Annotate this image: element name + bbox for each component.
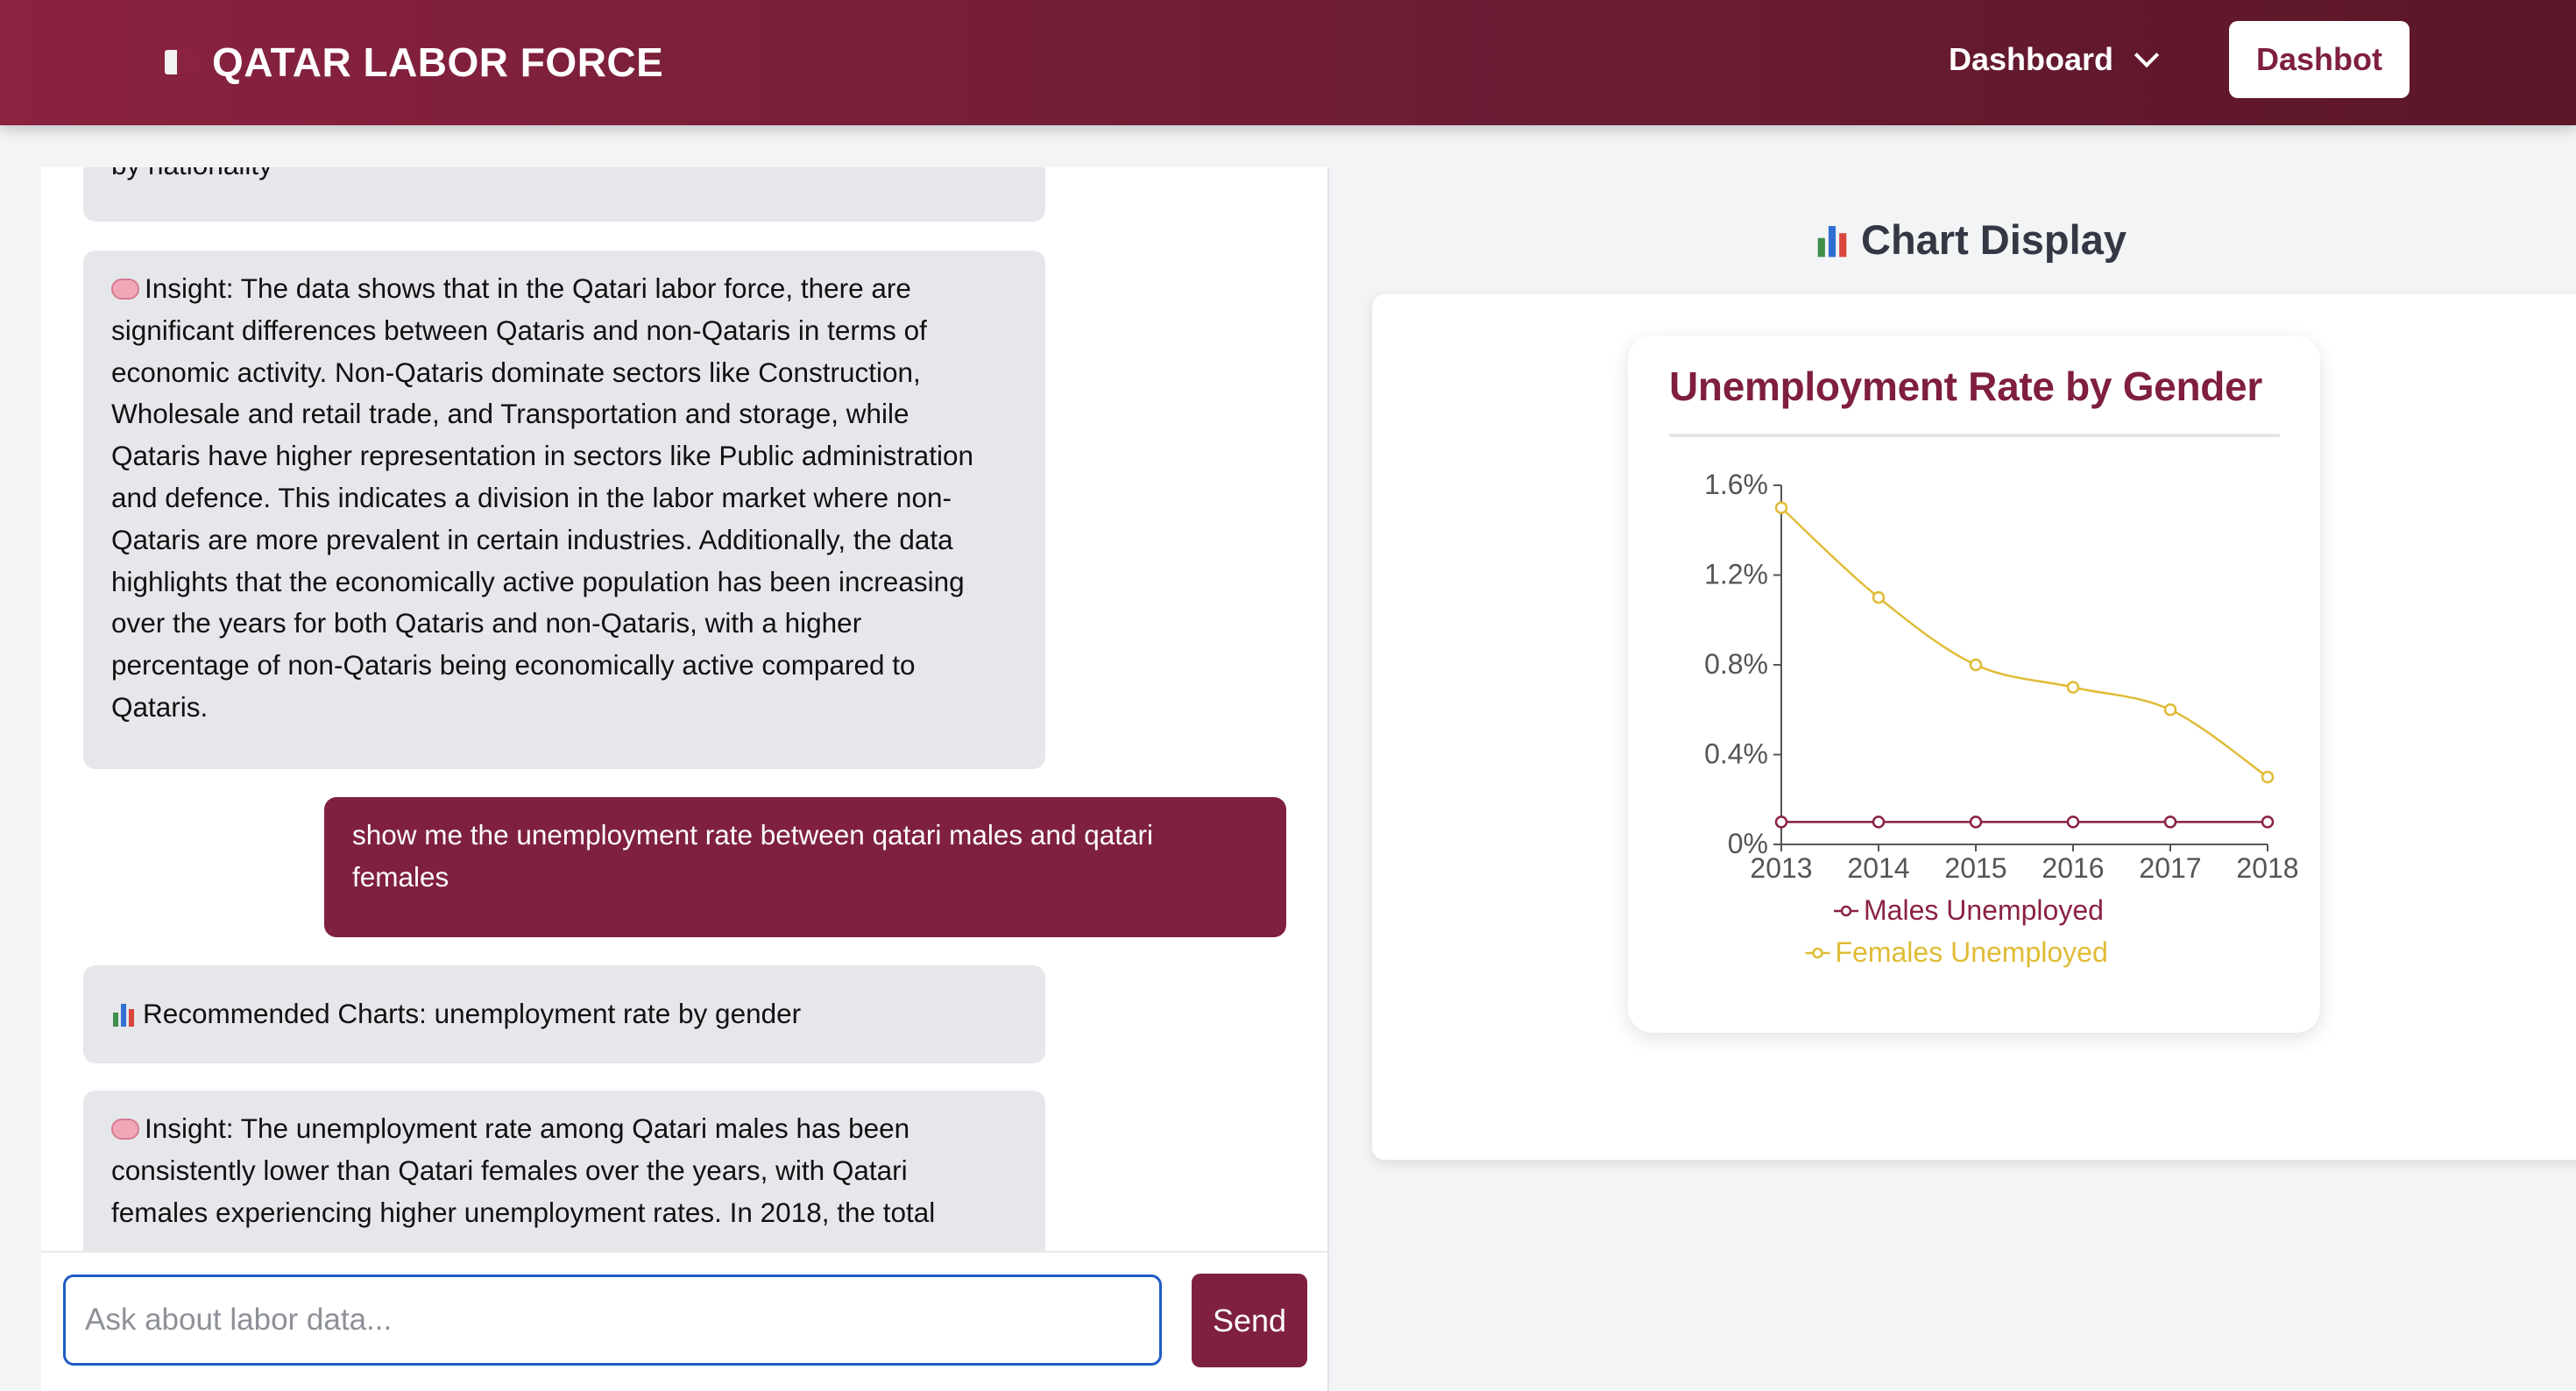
chart-title-divider [1669, 434, 2280, 437]
bot-message: Insight: The data shows that in the Qata… [83, 251, 1045, 769]
bar-chart-icon [1817, 226, 1847, 258]
data-point [2163, 703, 2177, 717]
x-tick-label: 2014 [1847, 852, 1909, 884]
chat-panel: by nationality Insight: The data shows t… [41, 167, 1329, 1391]
data-point [1872, 816, 1886, 829]
message-text: Qataris. [111, 690, 209, 723]
legend-marker [1812, 947, 1823, 959]
x-tick-label: 2017 [2139, 852, 2201, 884]
message-text: females [352, 860, 449, 893]
user-message: show me the unemployment rate between qa… [324, 797, 1286, 937]
message-text: Insight: The unemployment rate among Qat… [111, 1108, 1017, 1150]
chevron-down-icon [2134, 42, 2160, 68]
message-text: economic activity. Non-Qataris dominate … [111, 356, 921, 388]
top-navbar: QATAR LABOR FORCE Dashboard Dashbot [0, 0, 2576, 125]
unemployment-line-chart: 0%0.4%0.8%1.2%1.6%2013 2014 2015 2016 2017 20… [1704, 469, 2299, 968]
y-tick-label: 0.4% [1704, 738, 1768, 770]
chart-display-title: Chart Display [1861, 215, 2127, 263]
message-text: over the years for both Qataris and non-… [111, 607, 862, 639]
chart-title: Unemployment Rate by Gender [1669, 364, 2262, 409]
message-text: Recommended Charts: unemployment rate by… [111, 993, 1017, 1035]
message-text: consistently lower than Qatari females o… [111, 1154, 908, 1186]
message-text: Qataris are more prevalent in certain in… [111, 523, 953, 555]
x-tick-label: 2016 [2042, 852, 2104, 884]
data-point [2163, 816, 2177, 829]
x-tick-label: 2013 [1750, 852, 1812, 884]
data-point [1872, 590, 1886, 604]
message-text: and defence. This indicates a division i… [111, 481, 952, 513]
dashbot-button[interactable]: Dashbot [2229, 21, 2410, 98]
data-point [1969, 658, 1983, 672]
data-point [1774, 816, 1788, 829]
chart-display-heading: Chart Display [1815, 210, 2127, 268]
bot-message: Recommended Charts: unemployment rate by… [83, 965, 1045, 1063]
legend-label: Males Unemployed [1864, 894, 2104, 926]
data-point [2066, 816, 2080, 829]
data-point [1969, 816, 1983, 829]
bar-chart-icon [113, 1004, 134, 1027]
message-text: by nationality [111, 167, 1017, 187]
send-button[interactable]: Send [1192, 1274, 1307, 1367]
data-point [2261, 770, 2275, 784]
y-tick-label: 1.2% [1704, 559, 1768, 590]
data-point [2066, 681, 2080, 694]
qatar-flag-icon [165, 50, 200, 74]
brain-icon [111, 1119, 139, 1140]
brain-icon [111, 279, 139, 300]
series-line-1 [1780, 506, 2268, 779]
brand[interactable]: QATAR LABOR FORCE [165, 32, 663, 93]
message-text: Qataris have higher representation in se… [111, 440, 973, 472]
legend-label: Females Unemployed [1836, 936, 2108, 968]
bot-message: by nationality [83, 167, 1045, 222]
dashboard-dropdown[interactable]: Dashboard [1949, 35, 2160, 84]
chat-input-bar: Send [41, 1251, 1327, 1391]
message-text: Wholesale and retail trade, and Transpor… [111, 398, 909, 430]
message-text: significant differences between Qataris … [111, 314, 927, 346]
message-text: Insight: The data shows that in the Qata… [111, 268, 1017, 310]
message-text: show me the unemployment rate between qa… [352, 819, 1154, 851]
message-text: females experiencing higher unemployment… [111, 1196, 936, 1228]
message-text: highlights that the economically active … [111, 565, 965, 597]
chat-input[interactable] [63, 1274, 1162, 1366]
data-point [2261, 816, 2275, 829]
message-text: percentage of non-Qataris being economic… [111, 649, 916, 681]
app-title: QATAR LABOR FORCE [212, 39, 664, 85]
x-tick-label: 2018 [2236, 852, 2298, 884]
y-tick-label: 0.8% [1704, 648, 1768, 680]
y-tick-label: 1.6% [1704, 469, 1768, 500]
dashboard-dropdown-label: Dashboard [1949, 41, 2114, 77]
x-tick-label: 2015 [1944, 852, 2006, 884]
data-point [1774, 501, 1788, 514]
legend-marker [1840, 905, 1852, 917]
